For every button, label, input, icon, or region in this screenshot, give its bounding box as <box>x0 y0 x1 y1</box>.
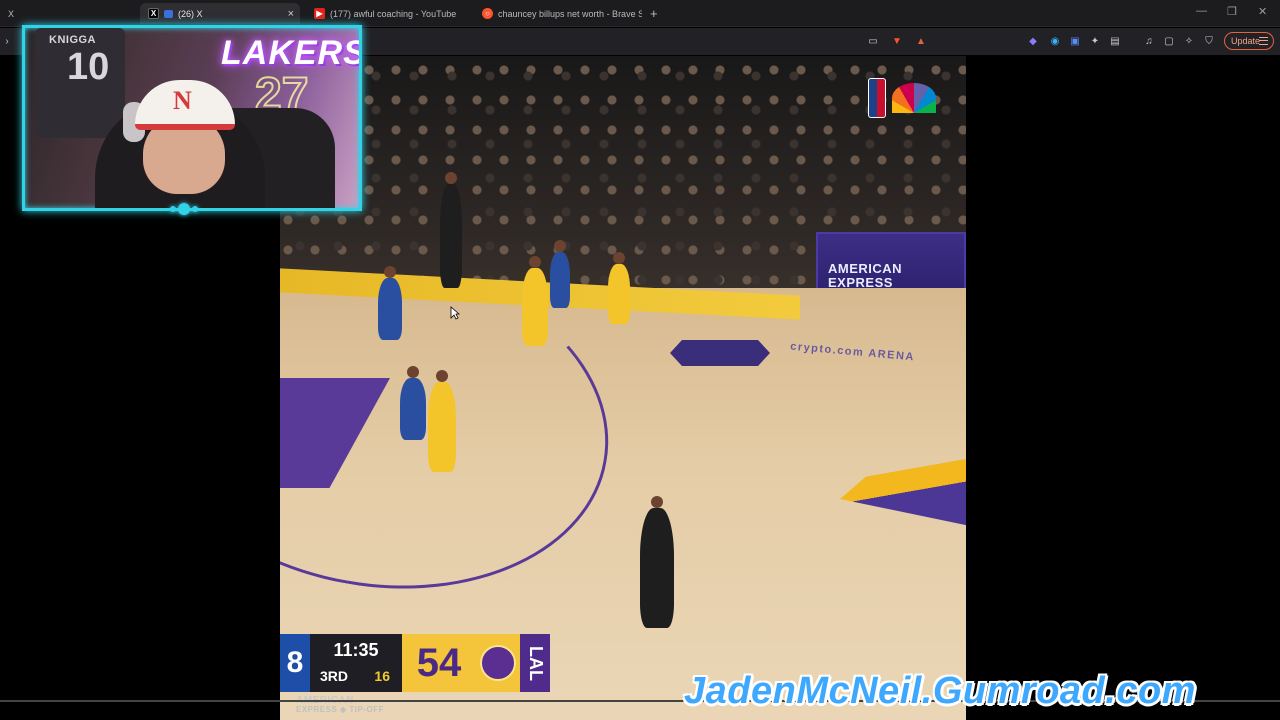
window-icon <box>164 9 173 18</box>
screen: X X (26) X × ▶ (177) awful coaching - Yo… <box>0 0 1280 720</box>
x-icon: X <box>148 8 159 19</box>
tab-label: (26) X <box>178 8 203 19</box>
nba-logo-icon <box>868 78 886 118</box>
music-icon[interactable]: ♫ <box>1142 34 1156 48</box>
player <box>400 366 426 440</box>
close-window-icon[interactable]: ✕ <box>1258 5 1267 18</box>
broadcast-logos <box>868 76 948 120</box>
brave-rewards-icon[interactable]: ▲ <box>914 34 928 48</box>
away-score: 8 <box>280 634 310 692</box>
webcam-decoration <box>170 203 198 215</box>
home-team-abbr: LAL <box>520 634 550 692</box>
player <box>522 256 548 346</box>
tab-label: chauncey billups net worth - Brave S... <box>498 8 642 19</box>
minimize-icon[interactable]: — <box>1196 5 1207 17</box>
youtube-icon: ▶ <box>314 8 325 19</box>
extension-icon[interactable]: ◆ <box>1026 34 1040 48</box>
sponsor-tag: AMERICAN EXPRESS ◈ TIP-OFF <box>296 696 384 714</box>
video-player[interactable]: AMERICAN EXPRESS crypto.com ARENA 8 11:3… <box>280 56 966 720</box>
tab-x-active[interactable]: X (26) X × <box>140 3 300 24</box>
mouse-cursor-icon <box>450 306 460 320</box>
player <box>428 370 456 472</box>
close-tab-icon[interactable]: × <box>288 8 294 20</box>
period: 3RD <box>320 668 349 684</box>
game-clock: 11:35 <box>333 640 379 660</box>
score-bug: 8 11:35 3RD 16 54 LAL <box>280 634 570 692</box>
tab-youtube[interactable]: ▶ (177) awful coaching - YouTube <box>306 3 474 24</box>
shot-clock: 16 <box>374 668 390 684</box>
tab-label: X <box>8 8 15 19</box>
cast-icon[interactable]: ▭ <box>866 34 880 48</box>
jersey-number: 10 <box>67 46 110 88</box>
tab-x-partial[interactable]: X <box>0 3 24 24</box>
referee <box>640 496 674 628</box>
game-clock-panel: 11:35 3RD 16 <box>310 634 402 692</box>
cap-logo: N <box>173 86 192 115</box>
vpn-shield-icon[interactable]: ⛉ <box>1202 34 1216 48</box>
sidebar-toggle-icon[interactable]: › <box>0 34 14 48</box>
update-button[interactable]: Update <box>1224 32 1274 50</box>
sponsor-line: TIP-OFF <box>349 705 385 714</box>
player <box>550 240 570 308</box>
new-tab-button[interactable]: + <box>642 3 664 24</box>
extension-icon[interactable]: ▣ <box>1068 34 1082 48</box>
nbc-peacock-icon <box>892 83 936 113</box>
wallet-icon[interactable]: ▢ <box>1162 34 1176 48</box>
brave-shields-icon[interactable]: ▼ <box>890 34 904 48</box>
sponsor-line: EXPRESS <box>296 705 338 714</box>
update-label: Update <box>1231 36 1261 46</box>
webcam-overlay: KNIGGA 10 LAKERS 27 N <box>22 25 362 211</box>
player <box>378 266 402 340</box>
extension-icon[interactable]: ◉ <box>1048 34 1062 48</box>
player <box>608 252 630 324</box>
referee <box>440 172 462 288</box>
sidebar-icon[interactable]: ▤ <box>1108 34 1122 48</box>
lakers-ball-icon <box>480 645 516 681</box>
jersey-name: KNIGGA <box>49 34 96 46</box>
sign-text-line: AMERICAN <box>828 261 903 276</box>
gumroad-watermark: JadenMcNeil.Gumroad.com <box>684 670 1196 712</box>
restore-icon[interactable]: ❐ <box>1227 5 1237 18</box>
tab-brave-search[interactable]: ○ chauncey billups net worth - Brave S..… <box>474 3 642 24</box>
plus-icon: + <box>650 6 658 21</box>
leo-ai-icon[interactable]: ✧ <box>1182 34 1196 48</box>
menu-icon <box>1259 37 1268 45</box>
crypto-logo-icon <box>670 340 770 366</box>
brave-search-icon: ○ <box>482 8 493 19</box>
lakers-logo <box>476 634 520 692</box>
browser-tab-strip: X X (26) X × ▶ (177) awful coaching - Yo… <box>0 0 1280 27</box>
home-score: 54 <box>402 634 476 692</box>
tab-label: (177) awful coaching - YouTube <box>330 8 457 19</box>
puzzle-icon[interactable]: ✦ <box>1088 34 1102 48</box>
